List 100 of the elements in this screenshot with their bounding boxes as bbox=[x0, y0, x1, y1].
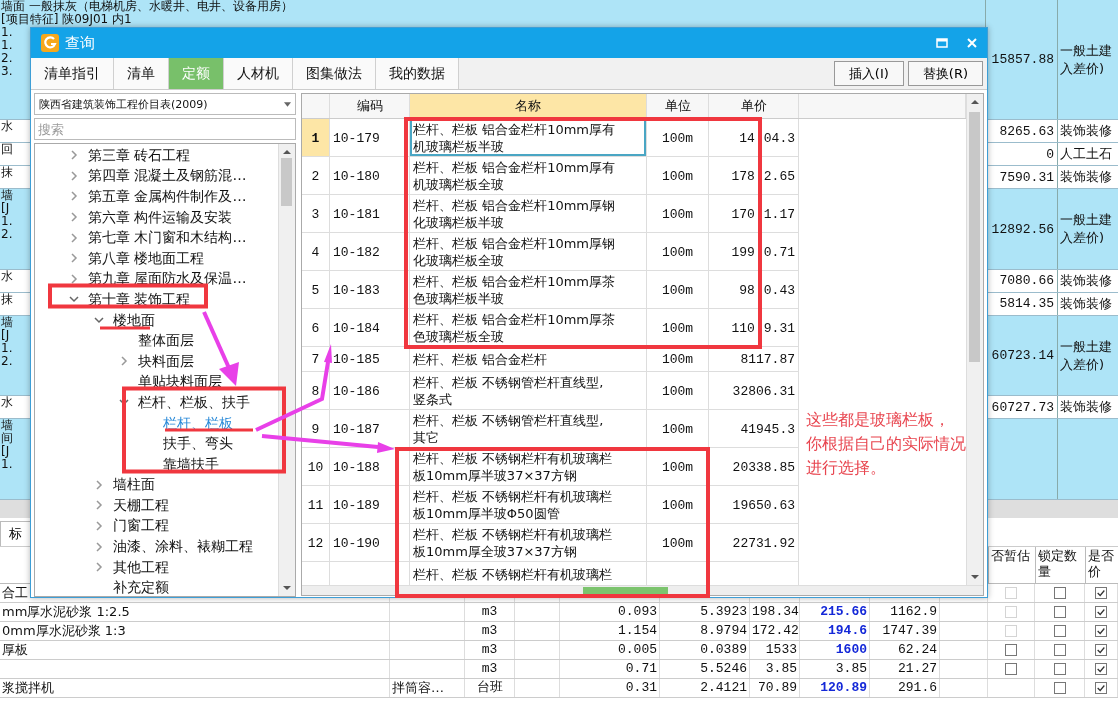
chevron-right-icon[interactable] bbox=[94, 521, 104, 531]
table-cell: 2.4121 bbox=[660, 679, 750, 697]
scroll-up-icon[interactable] bbox=[970, 97, 980, 107]
column-header[interactable]: 单位 bbox=[647, 94, 709, 118]
scroll-down-icon[interactable] bbox=[970, 572, 980, 582]
row-number[interactable]: 6 bbox=[302, 309, 330, 347]
table-cell: 14 04.3 bbox=[709, 119, 799, 157]
checkbox[interactable] bbox=[1095, 625, 1107, 637]
table-cell: 120.89 bbox=[800, 679, 870, 697]
chevron-right-icon[interactable] bbox=[69, 212, 79, 223]
tree-item[interactable]: 第四章 混凝土及钢筋混… bbox=[88, 167, 247, 185]
tab[interactable]: 我的数据 bbox=[376, 58, 459, 89]
table-cell: 10-179 bbox=[330, 119, 410, 157]
scrollbar[interactable] bbox=[278, 144, 295, 596]
panel-tab[interactable]: 标 bbox=[0, 521, 31, 546]
action-button[interactable]: 插入(I) bbox=[833, 61, 904, 86]
table-cell: 栏杆、栏板 铝合金栏杆10mm厚有 机玻璃栏板半玻 bbox=[410, 119, 647, 157]
table-cell: 1533 bbox=[750, 641, 800, 659]
table-cell: 198.34 bbox=[750, 603, 800, 621]
scrollbar-thumb[interactable] bbox=[281, 158, 292, 206]
cell-text: 2. bbox=[1, 52, 13, 65]
tree-item[interactable]: 第八章 楼地面工程 bbox=[88, 249, 205, 267]
scrollbar-thumb[interactable] bbox=[969, 112, 980, 362]
column-header[interactable]: 单价 bbox=[709, 94, 799, 118]
checkbox[interactable] bbox=[1053, 587, 1066, 599]
tree-item[interactable]: 第七章 木门窗和木结构… bbox=[88, 229, 247, 247]
row-number[interactable]: 12 bbox=[302, 524, 330, 562]
table-cell: 栏杆、栏板 铝合金栏杆10mm厚钢 化玻璃栏板全玻 bbox=[410, 233, 647, 271]
chevron-right-icon[interactable] bbox=[69, 150, 79, 161]
checkbox[interactable] bbox=[1053, 625, 1066, 637]
chevron-right-icon[interactable] bbox=[69, 170, 79, 181]
scroll-down-icon[interactable] bbox=[282, 583, 292, 593]
library-dropdown[interactable]: 陕西省建筑装饰工程价目表(2009) bbox=[34, 93, 296, 115]
tree-item[interactable]: 墙柱面 bbox=[113, 476, 155, 494]
table-cell: 178 2.65 bbox=[709, 157, 799, 195]
tree-item[interactable]: 楼地面 bbox=[113, 311, 155, 329]
row-number[interactable]: 8 bbox=[302, 372, 330, 410]
row-number[interactable]: 9 bbox=[302, 410, 330, 448]
table-cell: 栏杆、栏板 铝合金栏杆10mm厚茶 色玻璃栏板半玻 bbox=[410, 271, 647, 309]
scrollbar[interactable] bbox=[966, 94, 983, 585]
checkbox[interactable] bbox=[1053, 644, 1066, 656]
checkbox[interactable] bbox=[1095, 682, 1107, 694]
close-icon[interactable] bbox=[965, 36, 979, 50]
action-button[interactable]: 替换(R) bbox=[907, 61, 983, 86]
search-field[interactable]: 搜索 bbox=[34, 118, 296, 140]
chevron-right-icon[interactable] bbox=[119, 356, 129, 367]
table-cell: m3 bbox=[465, 641, 515, 659]
row-number[interactable]: 4 bbox=[302, 233, 330, 271]
chevron-right-icon[interactable] bbox=[94, 500, 104, 511]
table-cell: 栏杆、栏板 铝合金栏杆10mm厚钢 化玻璃栏板半玻 bbox=[410, 195, 647, 233]
checkbox[interactable] bbox=[1095, 644, 1107, 656]
checkbox[interactable] bbox=[1005, 644, 1017, 656]
checkbox[interactable] bbox=[1053, 682, 1066, 694]
row-number[interactable]: 2 bbox=[302, 157, 330, 195]
row-number[interactable]: 11 bbox=[302, 486, 330, 524]
tab[interactable]: 人材机 bbox=[224, 58, 293, 89]
checkbox[interactable] bbox=[1053, 606, 1066, 618]
tree-item[interactable]: 扶手、弯头 bbox=[163, 435, 233, 453]
annotation-underline bbox=[100, 326, 150, 330]
tree-item[interactable]: 油漆、涂料、裱糊工程 bbox=[113, 538, 253, 556]
row-number[interactable]: 3 bbox=[302, 195, 330, 233]
tree-item[interactable]: 第三章 砖石工程 bbox=[88, 146, 191, 164]
tree-item[interactable]: 第六章 构件运输及安装 bbox=[88, 208, 233, 226]
table-cell: 110 9.31 bbox=[709, 309, 799, 347]
chevron-right-icon[interactable] bbox=[94, 541, 104, 552]
checkbox[interactable] bbox=[1053, 663, 1066, 675]
chevron-right-icon[interactable] bbox=[94, 562, 104, 573]
checkbox[interactable] bbox=[1095, 587, 1107, 599]
checkbox[interactable] bbox=[1005, 663, 1017, 675]
tree-item[interactable]: 栏杆、栏板、扶手 bbox=[138, 393, 250, 411]
tree-item[interactable]: 门窗工程 bbox=[113, 517, 169, 535]
tab[interactable]: 清单指引 bbox=[31, 58, 114, 89]
chevron-right-icon[interactable] bbox=[69, 191, 79, 202]
table-cell: m3 bbox=[465, 622, 515, 640]
checkbox[interactable] bbox=[1095, 606, 1107, 618]
chevron-right-icon[interactable] bbox=[69, 273, 79, 284]
tree-item[interactable]: 天棚工程 bbox=[113, 496, 169, 514]
tree-item[interactable]: 其他工程 bbox=[113, 558, 169, 576]
maximize-icon[interactable] bbox=[935, 36, 949, 50]
scrollbar-thumb[interactable] bbox=[583, 587, 668, 594]
row-number[interactable]: 1 bbox=[302, 119, 330, 157]
table-cell: 8117.87 bbox=[709, 347, 799, 372]
column-header[interactable]: 名称 bbox=[410, 94, 647, 118]
tab[interactable]: 清单 bbox=[114, 58, 169, 89]
chevron-right-icon[interactable] bbox=[69, 232, 79, 243]
table-cell: 1747.39 bbox=[870, 622, 940, 640]
tree-item[interactable]: 单贴块料面层 bbox=[138, 373, 222, 391]
chevron-right-icon[interactable] bbox=[69, 253, 79, 264]
category-cell: 人工土石 bbox=[1060, 145, 1112, 164]
row-number[interactable]: 5 bbox=[302, 271, 330, 309]
chevron-down-icon[interactable] bbox=[69, 294, 79, 305]
chevron-right-icon[interactable] bbox=[94, 479, 104, 490]
row-number[interactable]: 10 bbox=[302, 448, 330, 486]
tree-item[interactable]: 第五章 金属构件制作及… bbox=[88, 188, 247, 205]
tree-item[interactable]: 块料面层 bbox=[138, 352, 194, 370]
chevron-down-icon[interactable] bbox=[94, 315, 104, 326]
tree-item[interactable]: 整体面层 bbox=[138, 332, 194, 350]
checkbox[interactable] bbox=[1095, 663, 1107, 675]
tab[interactable]: 图集做法 bbox=[293, 58, 376, 89]
amount-cell: 8265.63 bbox=[999, 123, 1054, 139]
